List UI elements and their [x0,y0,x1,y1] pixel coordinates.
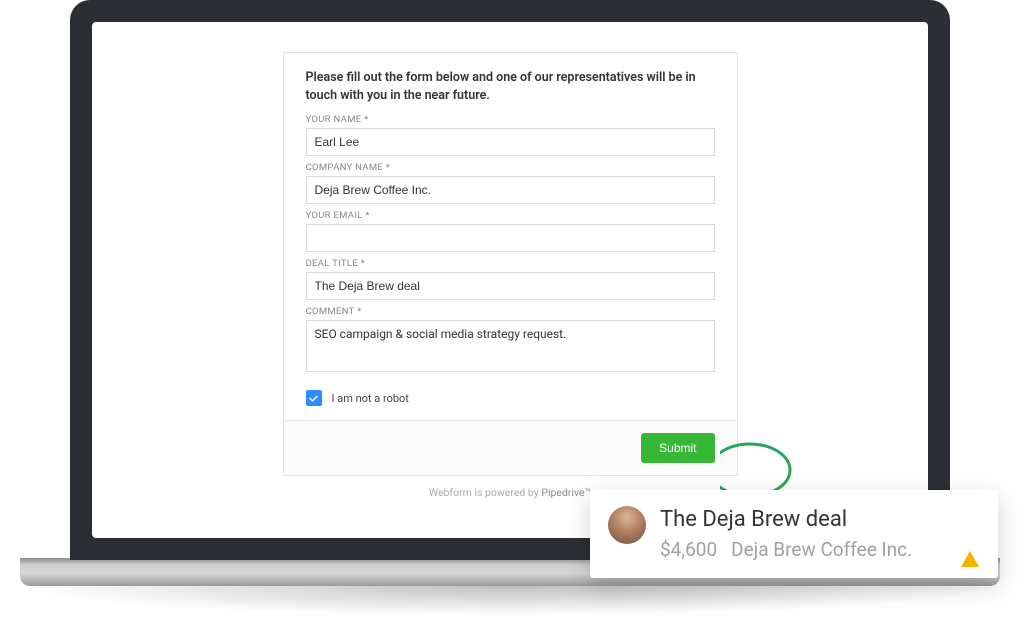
powered-brand: Pipedrive™ [541,486,591,499]
deal-amount: $4,600 [660,538,717,561]
webform-card: Please fill out the form below and one o… [283,52,738,476]
laptop-frame: Please fill out the form below and one o… [70,0,950,560]
deal-title-input[interactable] [306,272,715,300]
deal-card-title: The Deja Brew deal [660,507,980,533]
deal-sub-row: $4,600 Deja Brew Coffee Inc. [660,538,980,561]
deal-info: The Deja Brew deal $4,600 Deja Brew Coff… [660,507,980,560]
comment-textarea[interactable]: SEO campaign & social media strategy req… [306,320,715,372]
powered-by-text: Webform is powered by Pipedrive™ [429,486,591,499]
email-input[interactable] [306,224,715,252]
laptop-shadow [20,586,1000,616]
form-intro: Please fill out the form below and one o… [306,69,715,104]
recaptcha-row[interactable]: I am not a robot [306,390,715,406]
name-label: YOUR NAME * [306,114,715,125]
webform-body: Please fill out the form below and one o… [284,53,737,420]
company-label: COMPANY NAME * [306,162,715,173]
comment-label: COMMENT * [306,306,715,317]
deal-card[interactable]: The Deja Brew deal $4,600 Deja Brew Coff… [590,490,998,578]
warning-triangle-icon [960,550,980,568]
email-label: YOUR EMAIL * [306,210,715,221]
deal-company: Deja Brew Coffee Inc. [731,538,912,561]
webform-footer: Submit [284,420,737,475]
recaptcha-label: I am not a robot [332,392,409,405]
powered-prefix: Webform is powered by [429,486,542,499]
laptop-screen: Please fill out the form below and one o… [92,22,928,538]
recaptcha-checkbox-icon[interactable] [306,390,322,406]
avatar [608,506,646,544]
deal-title-label: DEAL TITLE * [306,258,715,269]
name-input[interactable] [306,128,715,156]
company-input[interactable] [306,176,715,204]
submit-button[interactable]: Submit [641,433,714,463]
